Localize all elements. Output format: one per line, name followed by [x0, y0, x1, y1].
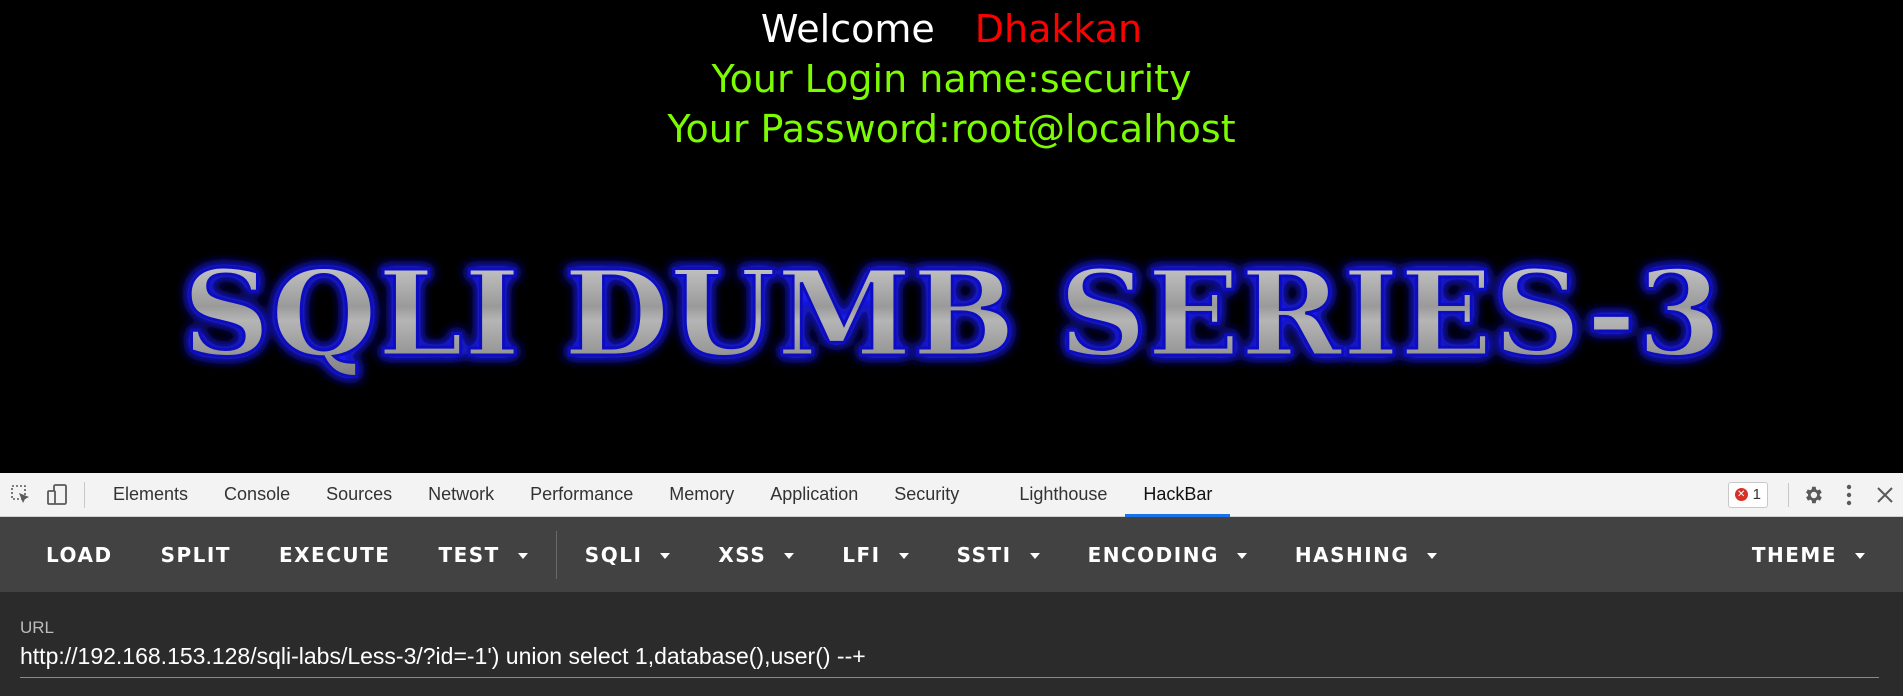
tab-sources[interactable]: Sources — [308, 473, 410, 516]
test-label: TEST — [438, 542, 500, 567]
toolbar-divider — [84, 481, 85, 508]
hackbar-right: THEME — [1728, 517, 1889, 592]
tab-performance[interactable]: Performance — [512, 473, 651, 516]
sqli-label: SQLI — [584, 542, 643, 567]
device-toolbar-icon[interactable] — [42, 480, 72, 510]
url-underline — [20, 677, 1879, 678]
execute-label: EXECUTE — [278, 542, 391, 567]
test-button[interactable]: TEST — [414, 517, 551, 592]
tab-lighthouse[interactable]: Lighthouse — [1001, 473, 1125, 516]
hackbar-buttons: LOAD SPLIT EXECUTE TEST SQLI XSS LFI SSTI ENCODI… — [0, 517, 1461, 592]
load-label: LOAD — [46, 542, 113, 567]
devtools-right-controls: ✕ 1 — [1727, 473, 1903, 516]
error-count-badge[interactable]: ✕ 1 — [1727, 481, 1768, 508]
tab-memory[interactable]: Memory — [651, 473, 752, 516]
devtools-panel: Elements Console Sources Network Performance… — [0, 473, 1903, 696]
inspect-element-icon[interactable] — [6, 480, 36, 510]
lfi-button[interactable]: LFI — [818, 517, 932, 592]
tab-console[interactable]: Console — [206, 473, 308, 516]
lfi-label: LFI — [842, 542, 881, 567]
url-label: URL — [20, 618, 55, 637]
banner-graphic: SQLI DUMB SERIES-3 — [180, 250, 1723, 385]
gear-icon[interactable] — [1795, 477, 1831, 513]
url-input[interactable]: http://192.168.153.128/sqli-labs/Less-3/… — [20, 643, 866, 670]
hashing-button[interactable]: HASHING — [1271, 517, 1461, 592]
ssti-button[interactable]: SSTI — [933, 517, 1064, 592]
tab-application[interactable]: Application — [752, 473, 876, 516]
devtools-tabs: Elements Console Sources Network Performance… — [95, 473, 1231, 517]
split-label: SPLIT — [160, 542, 231, 567]
more-vertical-icon[interactable] — [1831, 477, 1867, 513]
encoding-label: ENCODING — [1087, 542, 1219, 567]
hackbar-toolbar: LOAD SPLIT EXECUTE TEST SQLI XSS LFI SSTI ENCODI… — [0, 517, 1903, 592]
welcome-label: Welcome — [760, 7, 935, 51]
load-button[interactable]: LOAD — [22, 517, 137, 592]
devtools-tabbar: Elements Console Sources Network Performance… — [0, 473, 1903, 517]
banner-text: SQLI DUMB SERIES-3 — [182, 250, 1722, 383]
hackbar-divider — [555, 530, 557, 579]
chevron-down-icon — [1855, 552, 1865, 559]
tab-elements[interactable]: Elements — [95, 473, 206, 516]
welcome-line: Welcome Dhakkan — [0, 4, 1903, 54]
hashing-label: HASHING — [1294, 542, 1410, 567]
execute-button[interactable]: EXECUTE — [255, 517, 414, 592]
split-button[interactable]: SPLIT — [137, 517, 255, 592]
chevron-down-icon — [1427, 552, 1438, 559]
url-area: URL http://192.168.153.128/sqli-labs/Les… — [0, 592, 1903, 696]
error-count: 1 — [1752, 486, 1761, 503]
theme-label: THEME — [1751, 542, 1837, 567]
chevron-down-icon — [898, 552, 909, 559]
sqli-button[interactable]: SQLI — [561, 517, 695, 592]
tab-security[interactable]: Security — [876, 473, 977, 516]
tab-network[interactable]: Network — [410, 473, 512, 516]
chevron-down-icon — [1236, 552, 1247, 559]
controls-divider — [1788, 482, 1789, 507]
error-icon: ✕ — [1734, 488, 1748, 501]
ssti-label: SSTI — [956, 542, 1012, 567]
encoding-button[interactable]: ENCODING — [1064, 517, 1271, 592]
welcome-name: Dhakkan — [974, 7, 1143, 51]
chevron-down-icon — [517, 552, 528, 559]
theme-button[interactable]: THEME — [1728, 517, 1889, 592]
xss-label: XSS — [718, 542, 767, 567]
title-banner: SQLI DUMB SERIES-3 — [0, 250, 1903, 390]
tab-hackbar[interactable]: HackBar — [1125, 473, 1231, 517]
xss-button[interactable]: XSS — [694, 517, 818, 592]
chevron-down-icon — [784, 552, 795, 559]
close-icon[interactable] — [1867, 477, 1903, 513]
chevron-down-icon — [1029, 552, 1040, 559]
chevron-down-icon — [660, 552, 671, 559]
page-viewport: Welcome Dhakkan Your Login name:security … — [0, 0, 1903, 473]
welcome-block: Welcome Dhakkan Your Login name:security … — [0, 4, 1903, 154]
login-name-line: Your Login name:security — [711, 57, 1192, 101]
password-line: Your Password:root@localhost — [667, 107, 1236, 151]
